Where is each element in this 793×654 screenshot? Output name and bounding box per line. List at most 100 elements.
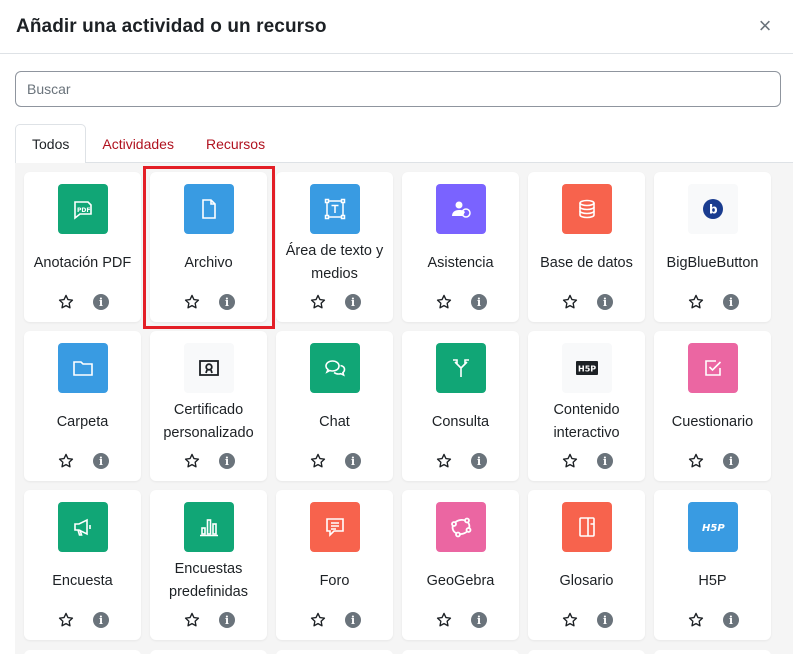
module-card-chat[interactable]: Chat i — [276, 331, 393, 481]
info-icon[interactable]: i — [597, 453, 613, 469]
star-icon[interactable] — [561, 452, 579, 470]
file-icon — [184, 184, 234, 234]
choice-icon — [436, 343, 486, 393]
module-label: Asistencia — [427, 254, 494, 271]
survey-icon — [58, 502, 108, 552]
star-icon[interactable] — [687, 293, 705, 311]
info-icon[interactable]: i — [93, 612, 109, 628]
star-icon[interactable] — [687, 452, 705, 470]
info-icon[interactable]: i — [597, 612, 613, 628]
module-card-cuestionario[interactable]: Cuestionario i — [654, 331, 771, 481]
star-icon[interactable] — [57, 293, 75, 311]
bar-chart-icon — [184, 502, 234, 552]
pdf-annotation-icon: PDF — [58, 184, 108, 234]
module-card-foro[interactable]: Foro i — [276, 490, 393, 640]
info-icon[interactable]: i — [723, 612, 739, 628]
partial-card — [150, 650, 267, 654]
partial-card — [654, 650, 771, 654]
info-icon[interactable]: i — [93, 294, 109, 310]
module-label: Encuesta — [52, 572, 113, 589]
tab-todos[interactable]: Todos — [15, 124, 87, 164]
info-icon[interactable]: i — [345, 294, 361, 310]
star-icon[interactable] — [561, 611, 579, 629]
star-icon[interactable] — [435, 452, 453, 470]
module-card-asistencia[interactable]: Asistencia i — [402, 172, 519, 322]
card-actions: i — [24, 292, 141, 312]
module-label: Base de datos — [540, 254, 633, 271]
module-label: Consulta — [431, 413, 490, 430]
tab-bar: Todos Actividades Recursos — [15, 124, 793, 164]
module-label: GeoGebra — [426, 572, 495, 589]
certificate-icon — [184, 343, 234, 393]
info-icon[interactable]: i — [471, 612, 487, 628]
star-icon[interactable] — [309, 293, 327, 311]
star-icon[interactable] — [183, 611, 201, 629]
star-icon[interactable] — [183, 293, 201, 311]
activity-chooser-modal: Añadir una actividad o un recurso × Todo… — [0, 0, 793, 654]
star-icon[interactable] — [435, 611, 453, 629]
info-icon[interactable]: i — [471, 294, 487, 310]
info-icon[interactable]: i — [219, 453, 235, 469]
module-card-certificado[interactable]: Certificado personalizado i — [150, 331, 267, 481]
card-actions: i — [654, 292, 771, 312]
card-actions: i — [528, 292, 645, 312]
partial-card — [276, 650, 393, 654]
module-card-glosario[interactable]: Glosario i — [528, 490, 645, 640]
module-card-anotacion-pdf[interactable]: PDF Anotación PDF i — [24, 172, 141, 322]
module-label: Anotación PDF — [33, 254, 132, 271]
info-icon[interactable]: i — [345, 453, 361, 469]
card-actions: i — [24, 451, 141, 471]
module-card-geogebra[interactable]: GeoGebra i — [402, 490, 519, 640]
star-icon[interactable] — [309, 611, 327, 629]
info-icon[interactable]: i — [723, 453, 739, 469]
star-icon[interactable] — [687, 611, 705, 629]
module-label: Carpeta — [56, 413, 109, 430]
module-label: BigBlueButton — [666, 254, 759, 271]
star-icon[interactable] — [561, 293, 579, 311]
search-input[interactable] — [15, 71, 781, 107]
star-icon[interactable] — [183, 452, 201, 470]
text-area-icon — [310, 184, 360, 234]
module-card-contenido-interactivo[interactable]: H5P Contenido interactivo i — [528, 331, 645, 481]
star-icon[interactable] — [57, 452, 75, 470]
module-card-h5p[interactable]: H5P H5P i — [654, 490, 771, 640]
svg-text:b: b — [709, 203, 718, 217]
module-label: Contenido interactivo — [553, 402, 620, 441]
card-actions: i — [150, 451, 267, 471]
module-card-encuestas-predefinidas[interactable]: Encuestas predefinidas i — [150, 490, 267, 640]
module-card-encuesta[interactable]: Encuesta i — [24, 490, 141, 640]
tab-actividades[interactable]: Actividades — [86, 124, 190, 163]
info-icon[interactable]: i — [345, 612, 361, 628]
info-icon[interactable]: i — [219, 612, 235, 628]
tab-recursos[interactable]: Recursos — [190, 124, 281, 163]
close-icon[interactable]: × — [753, 13, 777, 38]
quiz-icon — [688, 343, 738, 393]
star-icon[interactable] — [435, 293, 453, 311]
card-actions: i — [654, 610, 771, 630]
partial-card — [24, 650, 141, 654]
svg-text:H5P: H5P — [578, 365, 596, 374]
info-icon[interactable]: i — [471, 453, 487, 469]
forum-icon — [310, 502, 360, 552]
module-label: Encuestas predefinidas — [169, 561, 248, 600]
card-actions: i — [276, 451, 393, 471]
module-card-bigbluebutton[interactable]: b BigBlueButton i — [654, 172, 771, 322]
card-actions: i — [24, 610, 141, 630]
module-card-area-texto[interactable]: Área de texto y medios i — [276, 172, 393, 322]
partial-card — [402, 650, 519, 654]
card-actions: i — [276, 610, 393, 630]
module-card-carpeta[interactable]: Carpeta i — [24, 331, 141, 481]
star-icon[interactable] — [57, 611, 75, 629]
module-card-consulta[interactable]: Consulta i — [402, 331, 519, 481]
module-label: Área de texto y medios — [285, 243, 384, 282]
h5p-dark-icon: H5P — [562, 343, 612, 393]
module-card-archivo[interactable]: Archivo i — [150, 172, 267, 322]
star-icon[interactable] — [309, 452, 327, 470]
info-icon[interactable]: i — [93, 453, 109, 469]
card-actions: i — [654, 451, 771, 471]
info-icon[interactable]: i — [219, 294, 235, 310]
module-card-base-datos[interactable]: Base de datos i — [528, 172, 645, 322]
module-label: Glosario — [559, 572, 614, 589]
info-icon[interactable]: i — [723, 294, 739, 310]
info-icon[interactable]: i — [597, 294, 613, 310]
